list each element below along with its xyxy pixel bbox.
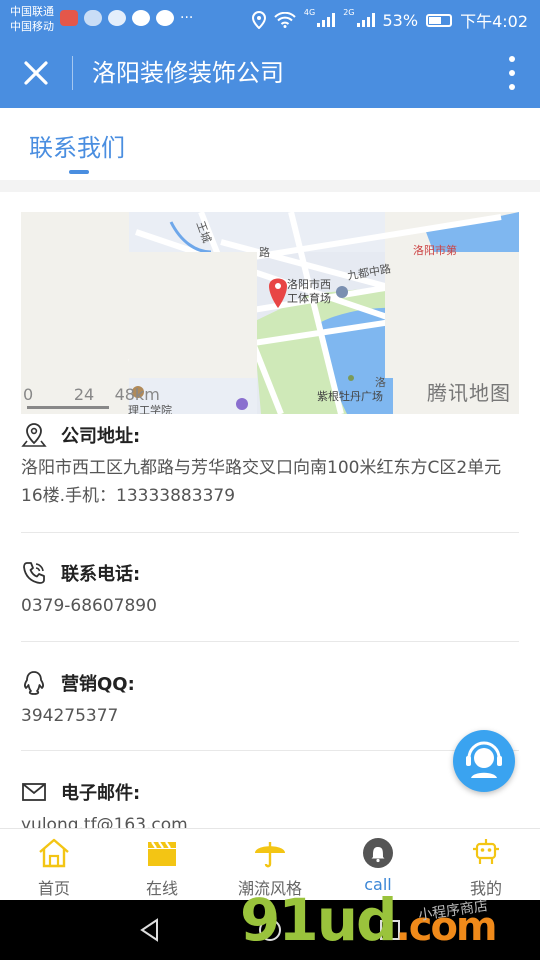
notification-icons: ··· [60, 10, 193, 26]
map-label-venue: 洛阳市西工体育场 [287, 278, 331, 305]
map-scale-bar [27, 406, 109, 409]
location-icon [251, 11, 266, 29]
clock: 下午4:02 [460, 12, 528, 31]
nav-label-online: 在线 [145, 879, 178, 898]
bell-icon [363, 838, 393, 868]
back-icon[interactable] [137, 917, 163, 943]
browser-icon [108, 10, 126, 26]
qq-value: 394275377 [21, 706, 119, 726]
location-map[interactable]: 洛阳市西工体育场 九都中路 路 王城 紫根牡丹广场 理工学院 洛阳市第 洛 0 … [21, 212, 519, 414]
email-label: 电子邮件: [61, 783, 141, 804]
weather-icon [84, 10, 102, 26]
app-bar: 洛阳装修装饰公司 [0, 38, 540, 108]
map-label-park: 紫根牡丹广场 [317, 390, 383, 403]
close-icon[interactable] [18, 55, 54, 91]
map-scale-text: 0 24 48km [23, 385, 160, 404]
home-icon [39, 838, 69, 868]
divider [21, 750, 519, 751]
map-label-area: 洛 [375, 376, 386, 389]
logo-main: 91ud [240, 886, 398, 954]
nav-item-home[interactable]: 首页 [0, 829, 108, 901]
phone-label: 联系电话: [61, 564, 141, 585]
wifi-icon [274, 12, 296, 28]
customer-service-button[interactable] [453, 730, 515, 792]
location-pin-icon [21, 423, 47, 447]
address-value: 洛阳市西工区九都路与芳华路交叉口向南100米红东方C区2单元16楼.手机：133… [21, 458, 502, 506]
signal-icon-2 [356, 13, 375, 27]
qq-icon [24, 671, 44, 695]
divider [21, 641, 519, 642]
qq-label: 营销QQ: [61, 674, 135, 695]
network-type-2: 2G [343, 8, 355, 17]
mail-icon [22, 783, 46, 801]
network-type-1: 4G [303, 8, 316, 17]
email-section: 电子邮件: yulong.tf@163.com [21, 777, 519, 829]
carrier-info: 中国联通 中国移动 [10, 4, 54, 34]
tab-indicator [69, 170, 89, 174]
weibo-icon-2 [156, 10, 174, 26]
tab-bar: 联系我们 [0, 108, 540, 180]
headset-icon [466, 741, 502, 778]
carrier-2: 中国移动 [10, 20, 54, 33]
map-label-street: 路 [259, 246, 270, 259]
weibo-icon [132, 10, 150, 26]
carrier-1: 中国联通 [10, 5, 54, 18]
app-notification-icon [60, 10, 78, 26]
site-logo-watermark: 91ud.com [240, 886, 498, 954]
status-bar: 中国联通 中国移动 ··· 4G 2G 53% 下午4:02 [0, 0, 540, 38]
battery-icon [426, 13, 453, 27]
phone-section: 联系电话: 0379-68607890 [21, 558, 519, 620]
robot-icon [473, 839, 499, 864]
more-options-icon[interactable] [504, 56, 520, 90]
map-label-top-right: 洛阳市第 [413, 244, 457, 257]
email-value[interactable]: yulong.tf@163.com [21, 811, 519, 829]
appbar-divider [72, 56, 73, 90]
map-watermark: 腾讯地图 [427, 381, 511, 405]
phone-value[interactable]: 0379-68607890 [21, 592, 519, 620]
page-title: 洛阳装修装饰公司 [92, 59, 284, 87]
clapperboard-icon [148, 841, 176, 866]
qq-section: 营销QQ: 394275377 [21, 668, 519, 730]
address-label: 公司地址: [61, 426, 141, 447]
phone-icon [23, 562, 45, 584]
divider [21, 532, 519, 533]
status-indicators: 4G 2G 53% 下午4:02 [251, 8, 528, 32]
nav-label-home: 首页 [37, 879, 70, 898]
nav-item-online[interactable]: 在线 [108, 829, 216, 901]
more-notifications: ··· [180, 10, 194, 26]
tab-contact-us[interactable]: 联系我们 [29, 128, 125, 163]
section-gap [0, 180, 540, 192]
address-section: 公司地址: 洛阳市西工区九都路与芳华路交叉口向南100米红东方C区2单元16楼.… [21, 420, 519, 510]
battery-percent: 53% [382, 10, 419, 30]
umbrella-icon [255, 842, 285, 868]
signal-icon-1 [317, 13, 336, 27]
